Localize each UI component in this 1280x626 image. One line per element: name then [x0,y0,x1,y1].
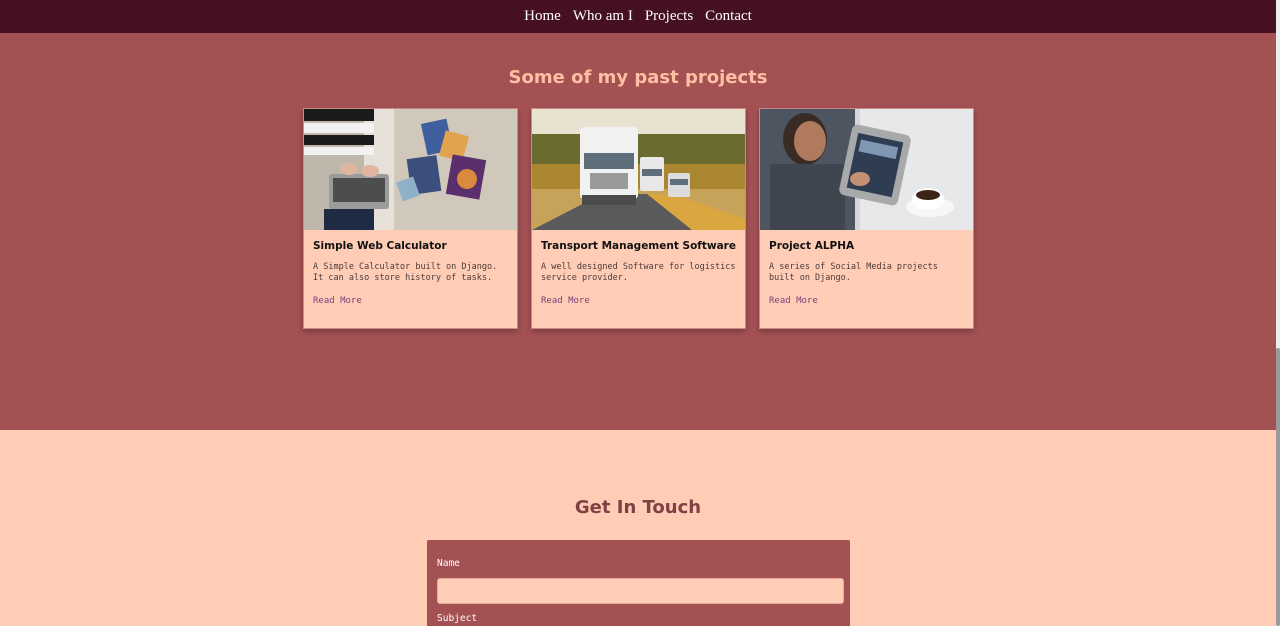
page-scrollbar[interactable] [1276,0,1280,626]
subject-label: Subject [437,613,478,624]
nav-projects[interactable]: Projects [645,9,693,24]
project-description: A Simple Calculator built on Django. It … [313,262,498,283]
nav-contact[interactable]: Contact [705,9,752,24]
trucks-on-road-photo [532,109,745,230]
name-field[interactable] [437,578,844,604]
project-description: A series of Social Media projects built … [769,262,938,283]
project-card: Transport Management Software A well des… [531,108,746,329]
nav-who-am-i[interactable]: Who am I [573,9,633,24]
projects-section: Some of my past projects Simple Web Calc… [0,33,1276,430]
nav-home[interactable]: Home [524,9,561,24]
name-label: Name [437,558,460,569]
read-more-link[interactable]: Read More [769,296,818,306]
top-nav: Home Who am I Projects Contact [0,0,1276,33]
project-card: Project ALPHA A series of Social Media p… [759,108,974,329]
read-more-link[interactable]: Read More [541,296,590,306]
projects-heading: Some of my past projects [508,67,768,88]
laptop-books-photo [304,109,517,230]
project-title: Transport Management Software [541,240,736,252]
project-title: Project ALPHA [769,240,855,252]
tablet-coffee-photo [760,109,973,230]
contact-heading: Get In Touch [574,497,702,518]
contact-form: Name Subject [427,540,850,626]
scrollbar-thumb[interactable] [1276,348,1280,626]
project-description: A well designed Software for logistics s… [541,262,736,283]
read-more-link[interactable]: Read More [313,296,362,306]
project-card: Simple Web Calculator A Simple Calculato… [303,108,518,329]
project-title: Simple Web Calculator [313,240,447,252]
